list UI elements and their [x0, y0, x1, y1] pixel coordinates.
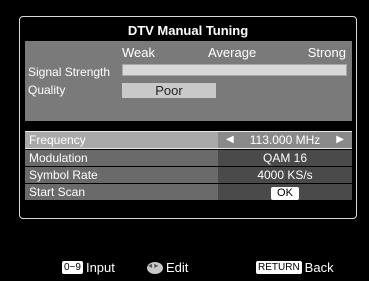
- quality-value: Poor: [122, 83, 216, 98]
- input-hint-label: Input: [85, 260, 115, 275]
- arrow-right-icon[interactable]: ▶: [336, 132, 344, 148]
- signal-strength-label: Signal Strength: [28, 65, 111, 79]
- frequency-value-box[interactable]: ◀ 113.000 MHz ▶: [218, 132, 352, 148]
- level-average-label: Average: [208, 45, 257, 60]
- arrow-left-icon[interactable]: ◀: [226, 132, 234, 148]
- back-hint: RETURN Back: [256, 260, 334, 275]
- modulation-value[interactable]: QAM 16: [218, 150, 352, 166]
- level-strong-label: Strong: [307, 45, 346, 60]
- frequency-value: 113.000 MHz: [249, 133, 321, 147]
- footer-hints: 0~9 Input Edit RETURN Back: [0, 260, 369, 278]
- frequency-row[interactable]: Frequency ◀ 113.000 MHz ▶: [25, 131, 352, 149]
- settings-list: Frequency ◀ 113.000 MHz ▶ Modulation QAM…: [25, 131, 352, 201]
- back-hint-label: Back: [304, 260, 334, 275]
- signal-section: Weak Average Strong Signal Strength Qual…: [25, 41, 352, 121]
- manual-tuning-panel: DTV Manual Tuning Weak Average Strong Si…: [19, 16, 357, 219]
- input-hint: 0~9 Input: [62, 260, 115, 275]
- start-scan-label: Start Scan: [29, 185, 86, 199]
- start-scan-cell: OK: [218, 184, 352, 200]
- level-weak-label: Weak: [122, 45, 155, 60]
- ok-button[interactable]: OK: [271, 187, 299, 200]
- return-key-icon: RETURN: [256, 261, 302, 274]
- frequency-label: Frequency: [29, 133, 86, 147]
- symbol-rate-label: Symbol Rate: [29, 168, 98, 182]
- modulation-row[interactable]: Modulation QAM 16: [25, 150, 352, 166]
- symbol-rate-value[interactable]: 4000 KS/s: [218, 167, 352, 183]
- start-scan-row[interactable]: Start Scan OK: [25, 184, 352, 200]
- modulation-label: Modulation: [29, 151, 88, 165]
- number-keys-icon: 0~9: [62, 261, 83, 274]
- signal-strength-bar: [122, 64, 347, 76]
- edit-hint: Edit: [147, 260, 188, 275]
- symbol-rate-row[interactable]: Symbol Rate 4000 KS/s: [25, 167, 352, 183]
- quality-label: Quality: [28, 83, 66, 97]
- navigation-pad-icon: [147, 261, 163, 274]
- edit-hint-label: Edit: [166, 260, 189, 275]
- panel-title: DTV Manual Tuning: [127, 23, 249, 38]
